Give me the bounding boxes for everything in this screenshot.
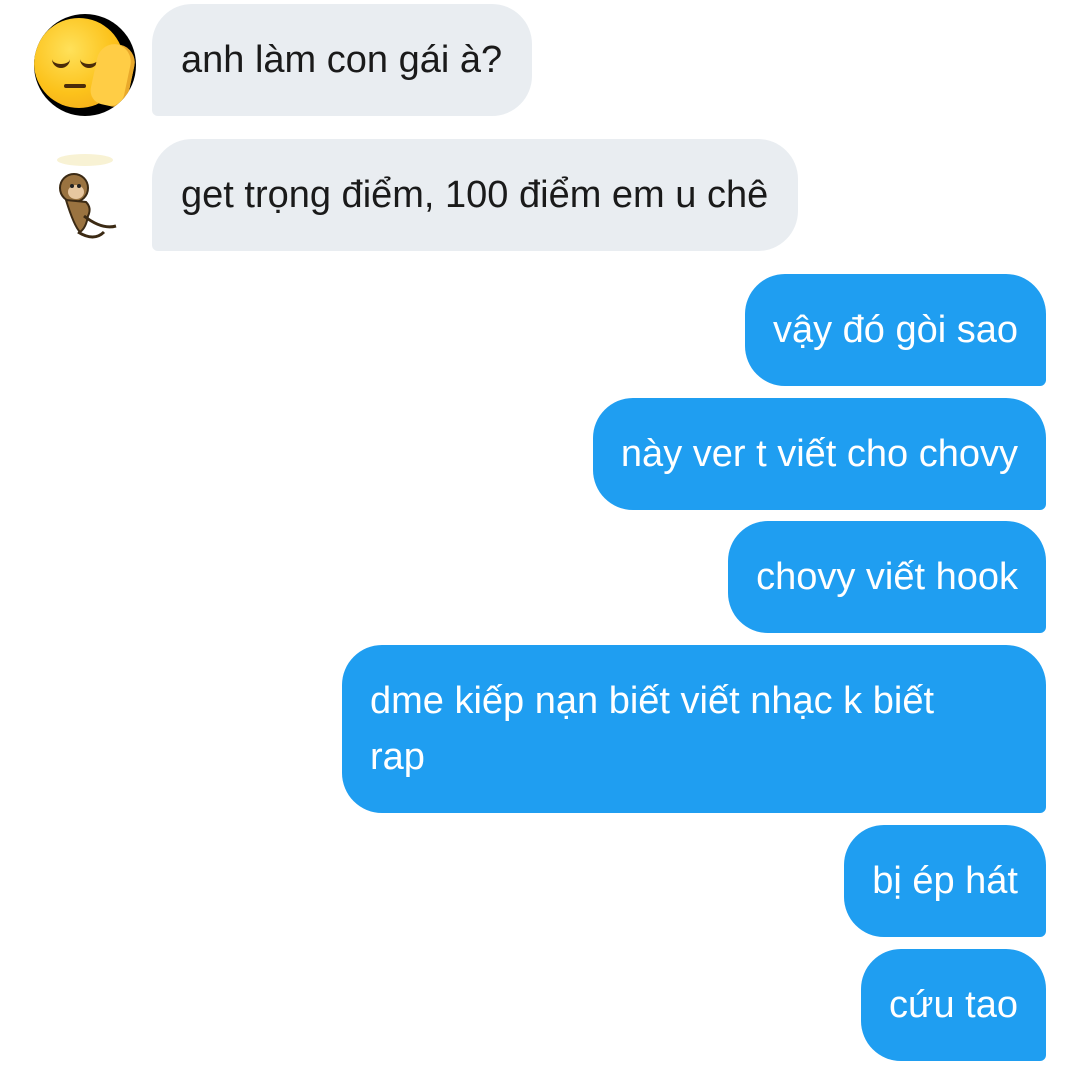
message-bubble-outgoing[interactable]: dme kiếp nạn biết viết nhạc k biết rap [342,645,1046,813]
message-bubble-outgoing[interactable]: này ver t viết cho chovy [592,398,1046,510]
left-eye [52,58,70,68]
message-text: bị ép hát [872,860,1018,902]
message-text: cứu tao [889,984,1018,1026]
message-text: anh làm con gái à? [181,39,503,81]
monkey-sticker-icon[interactable] [34,146,136,248]
message-text: này ver t viết cho chovy [620,433,1018,475]
message-bubble-incoming[interactable]: get trọng điểm, 100 điểm em u chê [152,139,799,251]
pensive-face-with-hand-icon[interactable] [34,14,136,116]
message-text: dme kiếp nạn biết viết nhạc k biết rap [370,680,935,778]
message-text: chovy viết hook [756,556,1018,598]
message-bubble-outgoing[interactable]: chovy viết hook [728,521,1046,633]
message-text: vậy đó gòi sao [772,309,1018,351]
message-text: get trọng điểm, 100 điểm em u chê [181,174,769,216]
mouth [64,84,86,88]
monkey-sticker-graphic [57,154,117,239]
message-bubble-incoming[interactable]: anh làm con gái à? [152,4,533,116]
message-bubble-outgoing[interactable]: vậy đó gòi sao [744,274,1046,386]
message-bubble-outgoing[interactable]: bị ép hát [844,825,1046,937]
message-bubble-outgoing[interactable]: cứu tao [861,949,1046,1061]
